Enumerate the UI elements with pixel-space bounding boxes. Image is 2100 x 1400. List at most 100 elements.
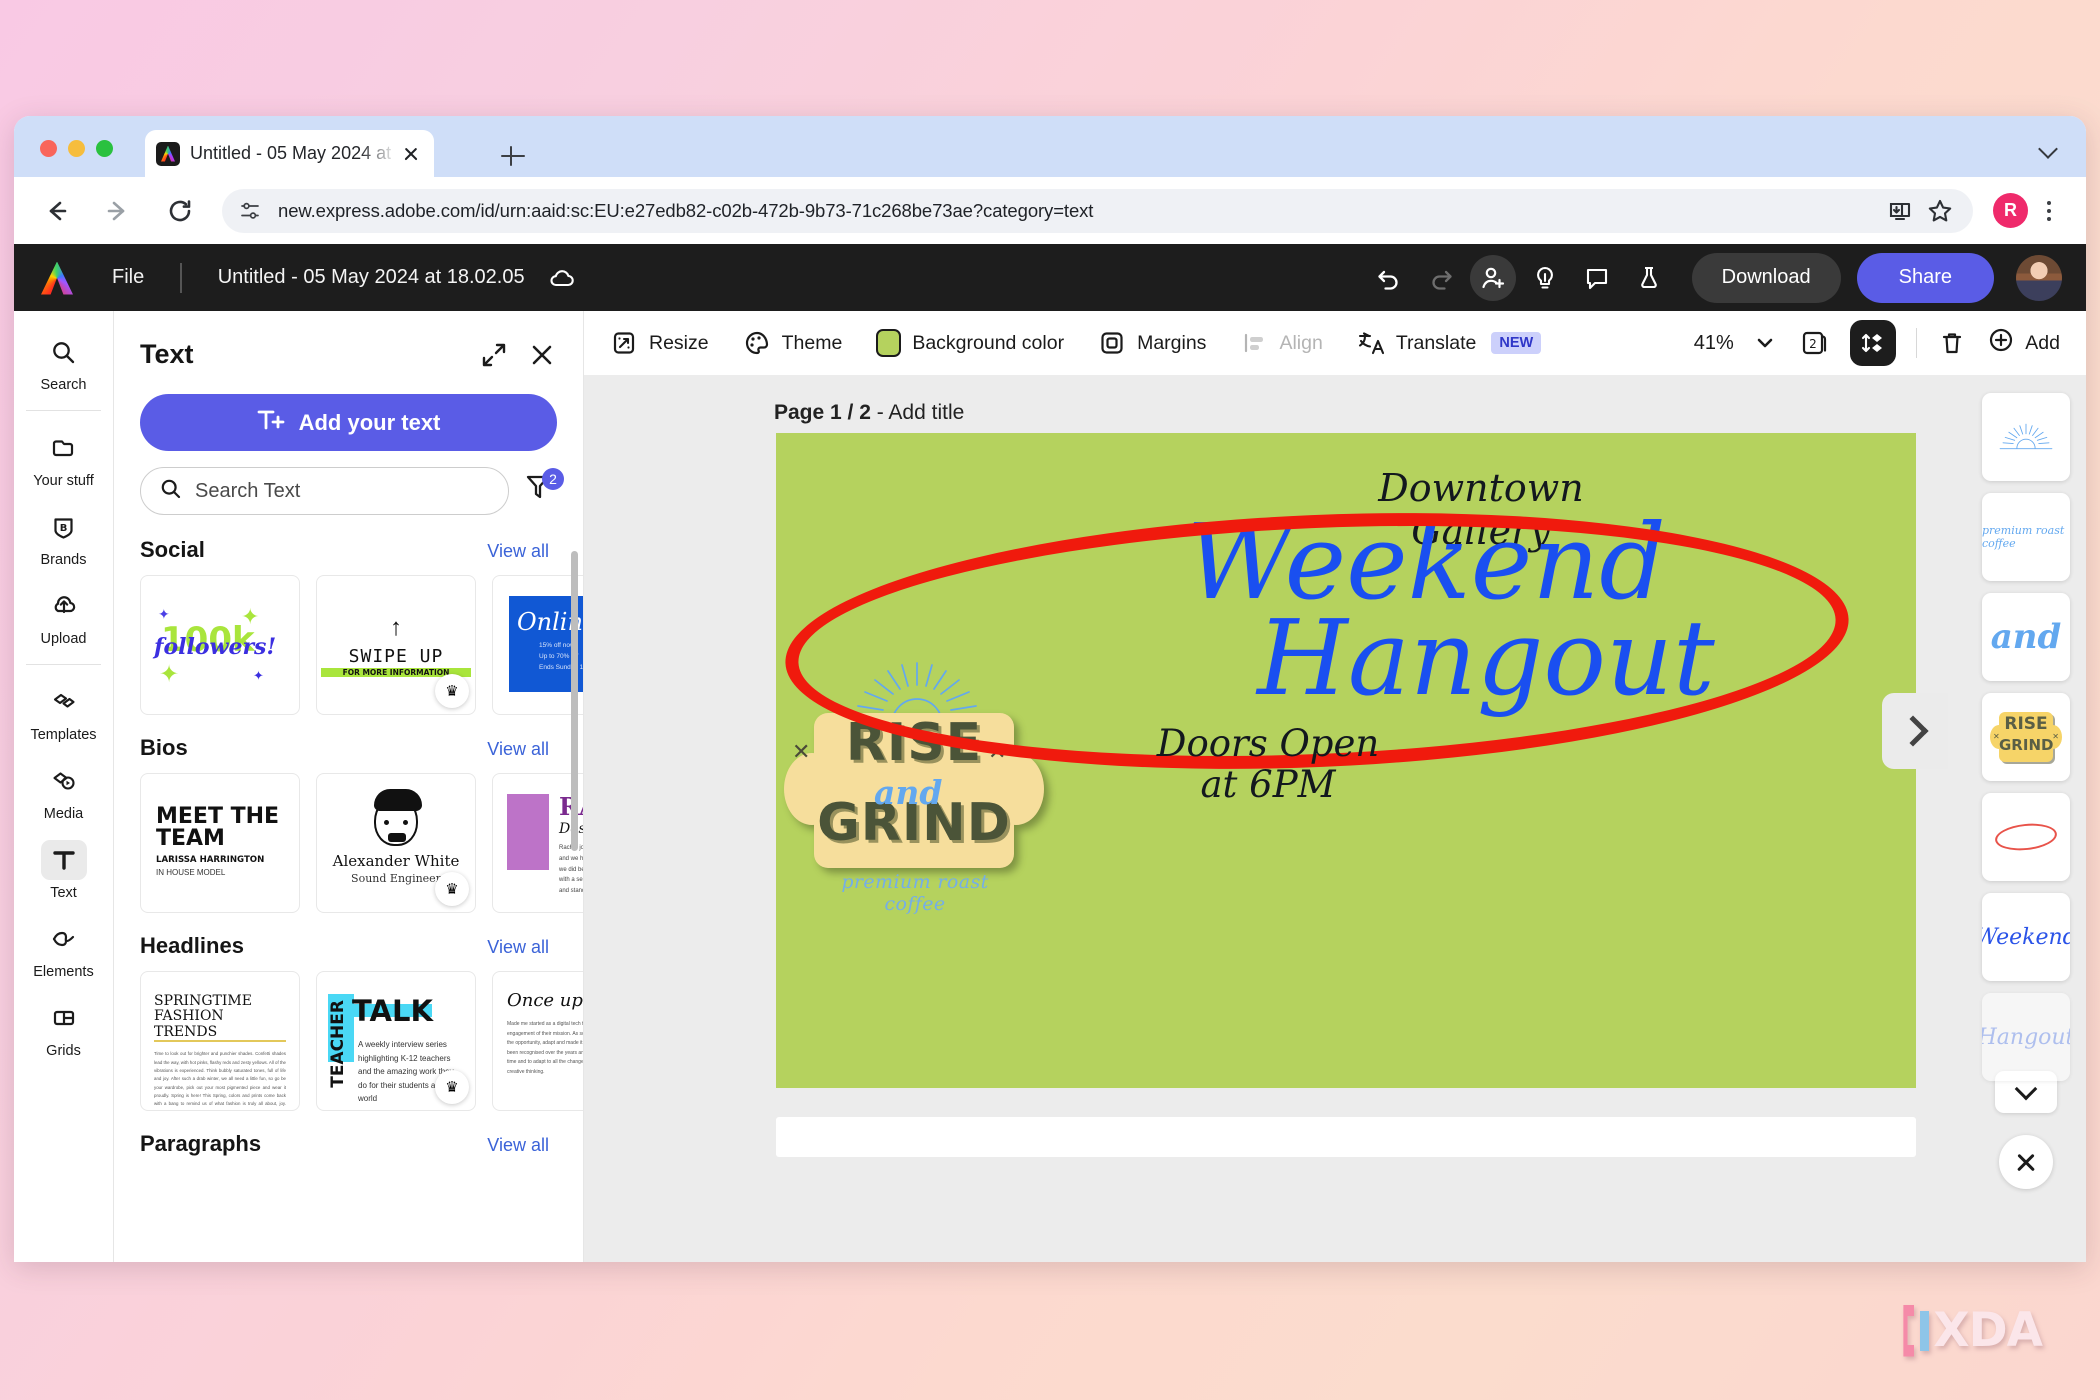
chevron-down-icon[interactable]: [2038, 138, 2060, 160]
background-color-button[interactable]: Background color: [876, 329, 1064, 357]
text-template-card[interactable]: Online 15% off now Up to 70% off Ends Su…: [492, 575, 583, 715]
search-icon: [41, 332, 87, 372]
redo-icon[interactable]: [1418, 255, 1464, 301]
text-template-card[interactable]: RAC Design Rachel joinedand we havwe did…: [492, 773, 583, 913]
star-icon[interactable]: [1923, 194, 1957, 228]
reload-icon[interactable]: [160, 191, 200, 231]
sidebar-item-brands[interactable]: B Brands: [14, 498, 113, 577]
design-canvas-page[interactable]: Downtown Gallery ✕ ✕ RISE GRIND and prem…: [776, 433, 1916, 1088]
layers-reorder-icon[interactable]: [1849, 320, 1896, 366]
text-template-card[interactable]: MEET THE TEAM LARISSA HARRINGTON IN HOUS…: [140, 773, 300, 913]
page-title-placeholder[interactable]: - Add title: [877, 401, 965, 424]
section-header: Bios View all: [140, 735, 583, 761]
sidebar-item-templates[interactable]: Templates: [14, 673, 113, 752]
flask-icon[interactable]: [1626, 255, 1672, 301]
browser-tab[interactable]: Untitled - 05 May 2024 at 18.: [145, 130, 434, 177]
margins-button[interactable]: Margins: [1098, 329, 1206, 357]
sidebar-item-text[interactable]: Text: [14, 831, 113, 910]
sidebar-item-grids[interactable]: Grids: [14, 989, 113, 1068]
text-template-card[interactable]: ↑ SWIPE UP FOR MORE INFORMATION ♛: [316, 575, 476, 715]
rise-grind-layer-thumb[interactable]: RISE GRIND ✕ ✕: [1982, 693, 2070, 781]
plus-icon[interactable]: [499, 142, 527, 170]
pages-icon[interactable]: 2: [1796, 326, 1830, 360]
page-label[interactable]: Page 1 / 2 - Add title: [774, 401, 964, 425]
sidebar-item-media[interactable]: Media: [14, 752, 113, 831]
window-maximize-button[interactable]: [96, 140, 113, 157]
card-line: IN HOUSE MODEL: [156, 868, 226, 878]
divider: [1915, 328, 1918, 358]
doors-line-1: Doors Open: [1156, 722, 1380, 765]
media-play-icon: [41, 761, 87, 801]
document-title[interactable]: Untitled - 05 May 2024 at 18.02.05: [218, 266, 525, 289]
share-button[interactable]: Share: [1856, 252, 1994, 303]
chevron-down-icon[interactable]: [1754, 332, 1776, 354]
chrome-profile-avatar[interactable]: R: [1993, 193, 2028, 228]
add-person-icon[interactable]: [1469, 254, 1516, 301]
premium-badge-icon: ♛: [435, 674, 469, 708]
arrow-right-icon[interactable]: [98, 191, 138, 231]
sidebar-item-upload[interactable]: Upload: [14, 577, 113, 656]
panel-scrollbar[interactable]: [571, 551, 578, 851]
lightbulb-icon[interactable]: [1522, 255, 1568, 301]
download-button[interactable]: Download: [1691, 252, 1841, 303]
resize-button[interactable]: Resize: [610, 329, 709, 357]
ellipse-layer-thumb[interactable]: [1982, 793, 2070, 881]
zoom-level[interactable]: 41%: [1694, 332, 1734, 355]
section-header: Headlines View all: [140, 933, 583, 959]
filter-icon[interactable]: 2: [523, 468, 564, 511]
panel-section-bios: Bios View all MEET THE TEAM LARISSA HARR…: [140, 735, 583, 913]
panel-scroll-area[interactable]: Social View all 100k followers! ✦ ✦ ✦ ✦ …: [114, 515, 583, 1262]
layers-close-button[interactable]: [1999, 1135, 2053, 1189]
avatar[interactable]: [2016, 254, 2062, 301]
view-all-link[interactable]: View all: [487, 1135, 549, 1156]
expand-diagonal-icon[interactable]: [479, 340, 509, 370]
text-template-card[interactable]: SPRINGTIME FASHION TRENDS Time to look o…: [140, 971, 300, 1111]
add-page-button[interactable]: Add: [1987, 326, 2060, 360]
weekend-layer-thumb[interactable]: Weekend: [1982, 893, 2070, 981]
view-all-link[interactable]: View all: [487, 541, 549, 562]
page-2-preview[interactable]: [776, 1117, 1916, 1157]
close-icon[interactable]: [399, 142, 423, 166]
text-template-card[interactable]: 100k followers! ✦ ✦ ✦ ✦: [140, 575, 300, 715]
cast-icon[interactable]: [1883, 194, 1917, 228]
search-input[interactable]: Search Text: [140, 467, 509, 515]
close-icon[interactable]: [527, 340, 557, 370]
xda-bracket-icon: [1903, 1304, 1930, 1357]
canvas-scroll[interactable]: Page 1 / 2 - Add title Downtown Gallery: [584, 375, 2086, 1262]
align-button[interactable]: Align: [1240, 329, 1323, 357]
more-vertical-icon[interactable]: [2034, 196, 2064, 226]
card-line: Once upon a: [507, 990, 583, 1011]
sidebar-item-elements[interactable]: Elements: [14, 910, 113, 989]
address-bar[interactable]: new.express.adobe.com/id/urn:aaid:sc:EU:…: [222, 188, 1973, 233]
tune-icon[interactable]: [238, 199, 262, 223]
sunburst-layer-thumb[interactable]: [1982, 393, 2070, 481]
translate-button[interactable]: Translate NEW: [1357, 329, 1542, 357]
and-layer-thumb[interactable]: and: [1982, 593, 2070, 681]
hangout-layer-thumb[interactable]: Hangout: [1982, 993, 2070, 1081]
tab-strip: Untitled - 05 May 2024 at 18.: [14, 116, 2086, 177]
sidebar-item-label: Elements: [33, 964, 94, 980]
view-all-link[interactable]: View all: [487, 739, 549, 760]
window-minimize-button[interactable]: [68, 140, 85, 157]
text-template-card[interactable]: TEACHER TALK A weekly interview series h…: [316, 971, 476, 1111]
window-close-button[interactable]: [40, 140, 57, 157]
view-all-link[interactable]: View all: [487, 937, 549, 958]
trash-icon[interactable]: [1937, 328, 1967, 358]
doors-text-element[interactable]: Doors Open at 6PM: [1128, 723, 1408, 806]
adobe-express-logo-icon[interactable]: [38, 259, 76, 297]
file-menu[interactable]: File: [112, 266, 144, 289]
sidebar-item-search[interactable]: Search: [14, 323, 113, 402]
arrow-left-icon[interactable]: [36, 191, 76, 231]
tagline-layer-thumb[interactable]: premium roast coffee: [1982, 493, 2070, 581]
sidebar-item-your-stuff[interactable]: Your stuff: [14, 419, 113, 498]
text-template-card[interactable]: Alexander White Sound Engineer ♛: [316, 773, 476, 913]
hangout-layer-label: Hangout: [1982, 1024, 2070, 1050]
theme-button[interactable]: Theme: [743, 329, 842, 357]
comment-icon[interactable]: [1574, 255, 1620, 301]
add-your-text-label: Add your text: [298, 409, 441, 435]
add-your-text-button[interactable]: Add your text: [140, 394, 557, 451]
next-page-button[interactable]: [1882, 693, 1948, 769]
face-icon: [374, 789, 422, 846]
text-template-card[interactable]: Once upon a Made me started as a digital…: [492, 971, 583, 1111]
undo-icon[interactable]: [1366, 255, 1412, 301]
